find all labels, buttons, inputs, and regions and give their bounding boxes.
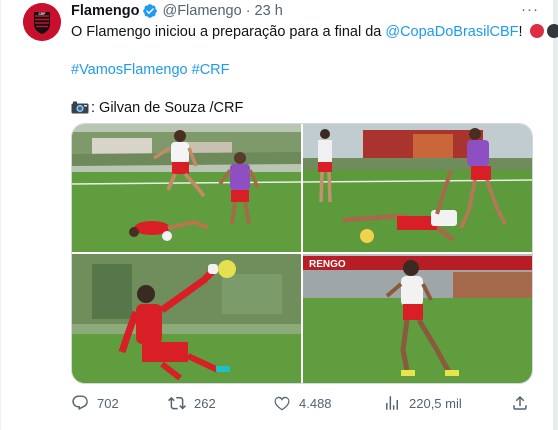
tweet-text: O Flamengo iniciou a preparação para a f… <box>71 23 558 42</box>
tweet-header: Flamengo @Flamengo · 23 h <box>71 1 541 21</box>
club-emoji-circles <box>529 24 558 38</box>
svg-text:CRF: CRF <box>39 12 46 16</box>
tweet-text-intro: O Flamengo iniciou a preparação para a f… <box>71 24 386 40</box>
photo-2[interactable] <box>303 124 532 252</box>
hashtags-line: #VamosFlamengo #CRF <box>71 61 541 80</box>
views-button[interactable]: 220,5 mil <box>383 394 462 412</box>
photo-credit-line: : Gilvan de Souza /CRF <box>71 99 541 118</box>
tweet-timestamp[interactable]: 23 h <box>255 3 283 19</box>
author-handle[interactable]: @Flamengo <box>162 3 241 19</box>
like-button[interactable]: 4.488 <box>273 394 332 412</box>
share-button[interactable] <box>511 394 537 412</box>
author-name[interactable]: Flamengo <box>71 3 139 19</box>
more-options-icon[interactable]: ··· <box>521 1 539 18</box>
views-count: 220,5 mil <box>409 395 462 411</box>
hashtag-vamosflamengo[interactable]: #VamosFlamengo <box>71 62 188 78</box>
scrollbar-track[interactable] <box>553 0 557 430</box>
avatar[interactable]: CRF <box>23 3 61 41</box>
banner-text: RENGO <box>309 259 346 270</box>
photo-4[interactable]: RENGO <box>303 254 532 383</box>
black-circle-icon <box>546 24 558 38</box>
reply-button[interactable]: 702 <box>71 394 119 412</box>
action-bar: 702 262 4.488 220,5 mil <box>71 394 533 414</box>
flamengo-crest-icon: CRF <box>23 3 61 41</box>
photo-3[interactable] <box>72 254 301 383</box>
repost-count: 262 <box>194 395 216 411</box>
camera-icon <box>71 101 89 114</box>
share-icon <box>513 395 527 410</box>
verified-badge-icon[interactable] <box>142 3 158 19</box>
photo-1[interactable] <box>72 124 301 252</box>
mention-link[interactable]: @CopaDoBrasilCBF <box>385 24 518 40</box>
views-chart-icon <box>386 396 398 410</box>
repost-icon <box>168 396 186 410</box>
like-count: 4.488 <box>299 395 332 411</box>
repost-button[interactable]: 262 <box>168 394 216 412</box>
reply-count: 702 <box>97 395 119 411</box>
header-separator: · <box>245 3 251 19</box>
tweet-text-exclaim: ! <box>518 24 523 40</box>
tweet-card[interactable]: CRF Flamengo @Flamengo · 23 h ··· O Flam… <box>0 0 558 430</box>
reply-icon <box>72 395 88 411</box>
heart-icon <box>274 396 290 411</box>
hashtag-crf[interactable]: #CRF <box>192 62 230 78</box>
red-circle-icon <box>529 24 544 38</box>
media-grid: RENGO <box>71 123 533 384</box>
photo-credit: : Gilvan de Souza /CRF <box>91 100 244 116</box>
